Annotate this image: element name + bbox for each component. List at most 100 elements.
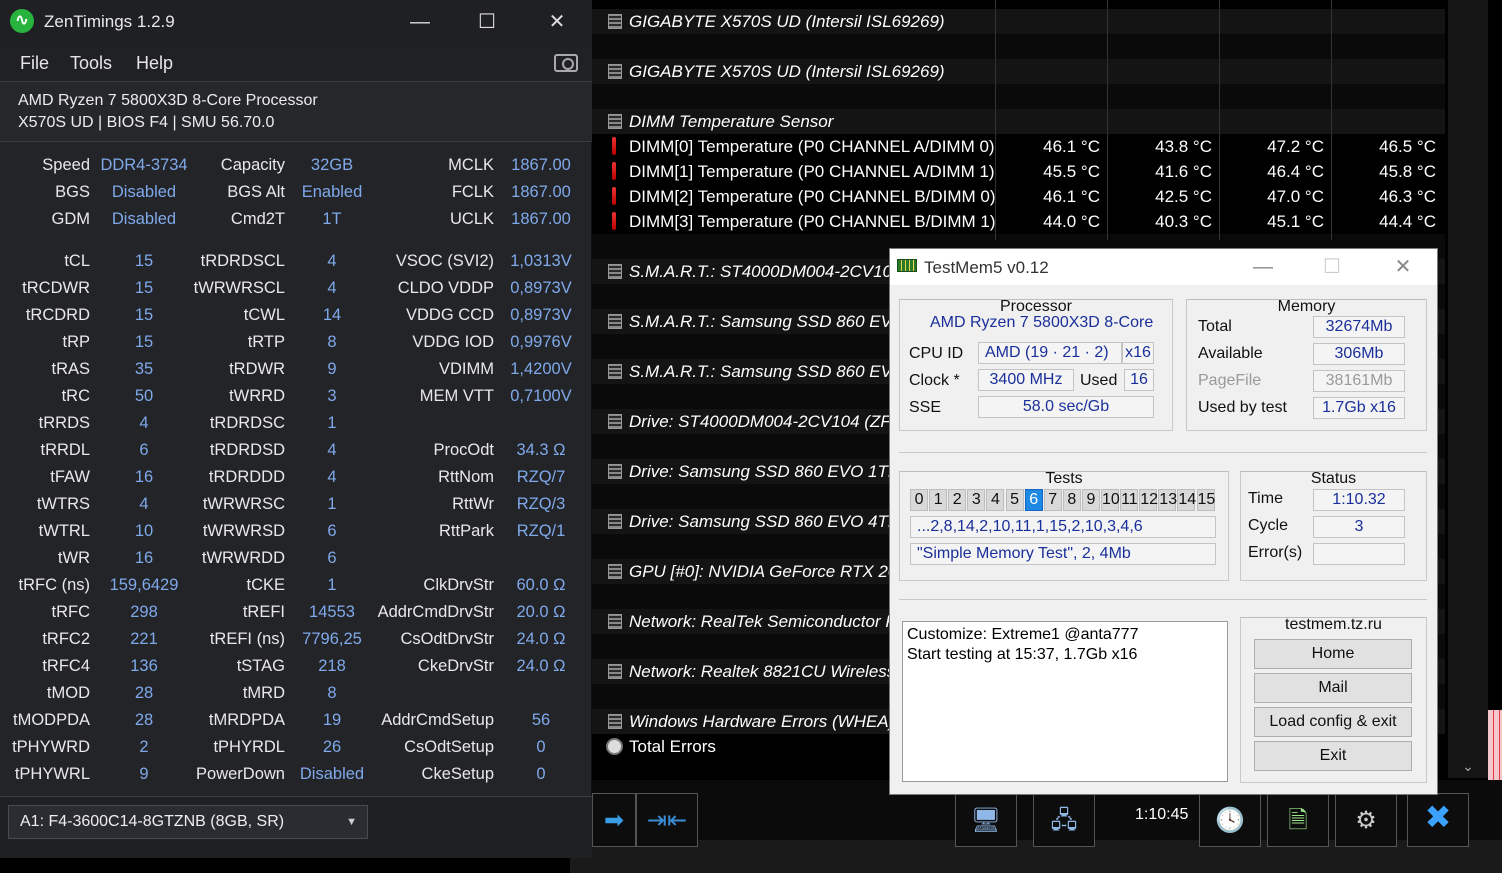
load-config-exit-button[interactable]: Load config & exit: [1254, 707, 1412, 737]
menu-file[interactable]: File: [20, 53, 49, 74]
sensor-value: 46.3 °C: [1379, 187, 1436, 206]
add-log-icon[interactable]: 🗎: [1267, 793, 1329, 847]
sensor-name: S.M.A.R.T.: Samsung SSD 860 EVO: [629, 312, 906, 331]
exit-button[interactable]: Exit: [1254, 741, 1412, 771]
cpuid-value: AMD (19 · 21 · 2): [978, 342, 1122, 364]
test-cell: 13: [1158, 489, 1177, 511]
minimize-button[interactable]: —: [400, 8, 440, 36]
screenshot-camera-icon[interactable]: [554, 54, 578, 72]
timing-value: 4: [327, 279, 337, 297]
sensor-row[interactable]: DIMM[0] Temperature (P0 CHANNEL A/DIMM 0…: [590, 134, 1445, 159]
chip-icon: [608, 614, 622, 629]
test-log[interactable]: Customize: Extreme1 @anta777 Start testi…: [902, 621, 1228, 782]
home-button[interactable]: Home: [1254, 639, 1412, 669]
monitor-report-icon[interactable]: 🖥: [955, 793, 1017, 847]
divider: [899, 599, 1427, 600]
timing-value: 60.0 Ω: [516, 576, 566, 594]
timing-label: tWTRS: [36, 495, 90, 513]
close-button[interactable]: ✕: [537, 8, 577, 36]
timing-label: tMOD: [46, 684, 90, 702]
maximize-button[interactable]: ☐: [1309, 253, 1355, 281]
timing-value: 10: [134, 522, 154, 540]
cpuid-label: CPU ID: [909, 345, 964, 362]
timing-label: tRDRDSCL: [200, 252, 285, 270]
sensor-name: DIMM[1] Temperature (P0 CHANNEL A/DIMM 1…: [629, 162, 995, 181]
test-cell: 2: [948, 489, 967, 511]
menu-bar: File Tools Help: [0, 44, 592, 82]
timing-value: 20.0 Ω: [516, 603, 566, 621]
settings-gear-icon[interactable]: ⚙: [1335, 793, 1397, 847]
sensor-name: DIMM[3] Temperature (P0 CHANNEL B/DIMM 1…: [629, 212, 996, 231]
sensor-group-header[interactable]: DIMM Temperature Sensor: [590, 109, 1445, 134]
column-divider: [1331, 0, 1332, 240]
title-bar[interactable]: ∿ ZenTimings 1.2.9 — ☐ ✕: [0, 0, 592, 44]
scroll-down-chevron-icon[interactable]: ⌄: [1448, 754, 1488, 778]
total-label: Total: [1198, 318, 1232, 335]
sensor-name: Drive: ST4000DM004-2CV104 (ZFN2: [629, 412, 913, 431]
group-title: Tests: [1045, 470, 1083, 487]
timing-label: Speed: [42, 156, 90, 174]
timing-label: tRFC (ns): [18, 576, 91, 594]
title-bar[interactable]: TestMem5 v0.12 — ☐ ✕: [890, 249, 1437, 285]
column-divider: [1107, 0, 1108, 240]
minimize-button[interactable]: —: [1240, 253, 1286, 281]
test-cell: 7: [1043, 489, 1062, 511]
sensor-group-header[interactable]: GIGABYTE X570S UD (Intersil ISL69269): [590, 59, 1445, 84]
close-button[interactable]: ✕: [1380, 253, 1426, 281]
timing-value: 4: [327, 441, 337, 459]
sensor-scrollbar[interactable]: ⌄: [1448, 0, 1488, 778]
timing-value: 0: [536, 765, 546, 783]
log-line: Start testing at 15:37, 1.7Gb x16: [907, 646, 1138, 663]
group-title: Memory: [1277, 298, 1336, 315]
arrow-right-icon[interactable]: ➡: [592, 793, 636, 847]
chip-icon: [608, 414, 622, 429]
timing-label: tRTP: [247, 333, 285, 351]
system-info: AMD Ryzen 7 5800X3D 8-Core Processor X57…: [0, 82, 592, 142]
clock-icon: [606, 738, 623, 755]
sensor-name: DIMM Temperature Sensor: [629, 112, 834, 131]
close-x-icon[interactable]: ✖: [1407, 793, 1469, 847]
sensor-row[interactable]: DIMM[1] Temperature (P0 CHANNEL A/DIMM 1…: [590, 159, 1445, 184]
timing-label: tRCDRD: [25, 306, 90, 324]
sensor-group-header[interactable]: GIGABYTE X570S UD (Intersil ISL69269): [590, 9, 1445, 34]
site-link[interactable]: testmem.tz.ru: [1241, 616, 1426, 634]
sensor-name: S.M.A.R.T.: ST4000DM004-2CV104: [629, 262, 902, 281]
mail-button[interactable]: Mail: [1254, 673, 1412, 703]
clock-icon[interactable]: 🕓: [1199, 793, 1261, 847]
timing-value: 2: [139, 738, 149, 756]
test-cell: 4: [986, 489, 1005, 511]
sensor-row[interactable]: DIMM[2] Temperature (P0 CHANNEL B/DIMM 0…: [590, 184, 1445, 209]
timing-value: 32GB: [310, 156, 354, 174]
test-cell: 15: [1196, 489, 1215, 511]
timing-value: 1867.00: [511, 156, 571, 174]
sensor-name: DIMM[2] Temperature (P0 CHANNEL B/DIMM 0…: [629, 187, 996, 206]
timing-label: CLDO VDDP: [397, 279, 494, 297]
timing-value: 16: [134, 549, 154, 567]
timing-value: 4: [327, 468, 337, 486]
chip-icon: [608, 64, 622, 79]
timing-label: tMODPDA: [12, 711, 90, 729]
maximize-button[interactable]: ☐: [467, 8, 507, 36]
timing-label: tWR: [57, 549, 90, 567]
collapse-arrows-icon[interactable]: ⇥⇤: [636, 793, 698, 847]
selected-module: A1: F4-3600C14-8GTZNB (8GB, SR): [20, 813, 285, 830]
timing-value: RZQ/3: [516, 495, 566, 513]
timing-label: tWRWRSC: [202, 495, 285, 513]
network-computers-icon[interactable]: 🖧: [1033, 793, 1095, 847]
menu-help[interactable]: Help: [136, 53, 173, 74]
timing-value: 9: [139, 765, 149, 783]
menu-tools[interactable]: Tools: [70, 53, 112, 74]
chip-icon: [608, 464, 622, 479]
timing-label: AddrCmdDrvStr: [377, 603, 494, 621]
timing-value: Disabled: [111, 210, 177, 228]
timing-label: BGS: [55, 183, 90, 201]
test-cell: 10: [1101, 489, 1120, 511]
timing-label: tRAS: [51, 360, 90, 378]
timing-value: RZQ/1: [516, 522, 566, 540]
timing-value: 0,7100V: [510, 387, 572, 405]
zentimings-logo-icon: ∿: [10, 9, 34, 33]
sensor-row[interactable]: DIMM[3] Temperature (P0 CHANNEL B/DIMM 1…: [590, 209, 1445, 234]
chip-icon: [608, 314, 622, 329]
pagefile-value: 38161Mb: [1313, 370, 1405, 392]
memory-module-select[interactable]: A1: F4-3600C14-8GTZNB (8GB, SR) ▼: [8, 805, 368, 839]
